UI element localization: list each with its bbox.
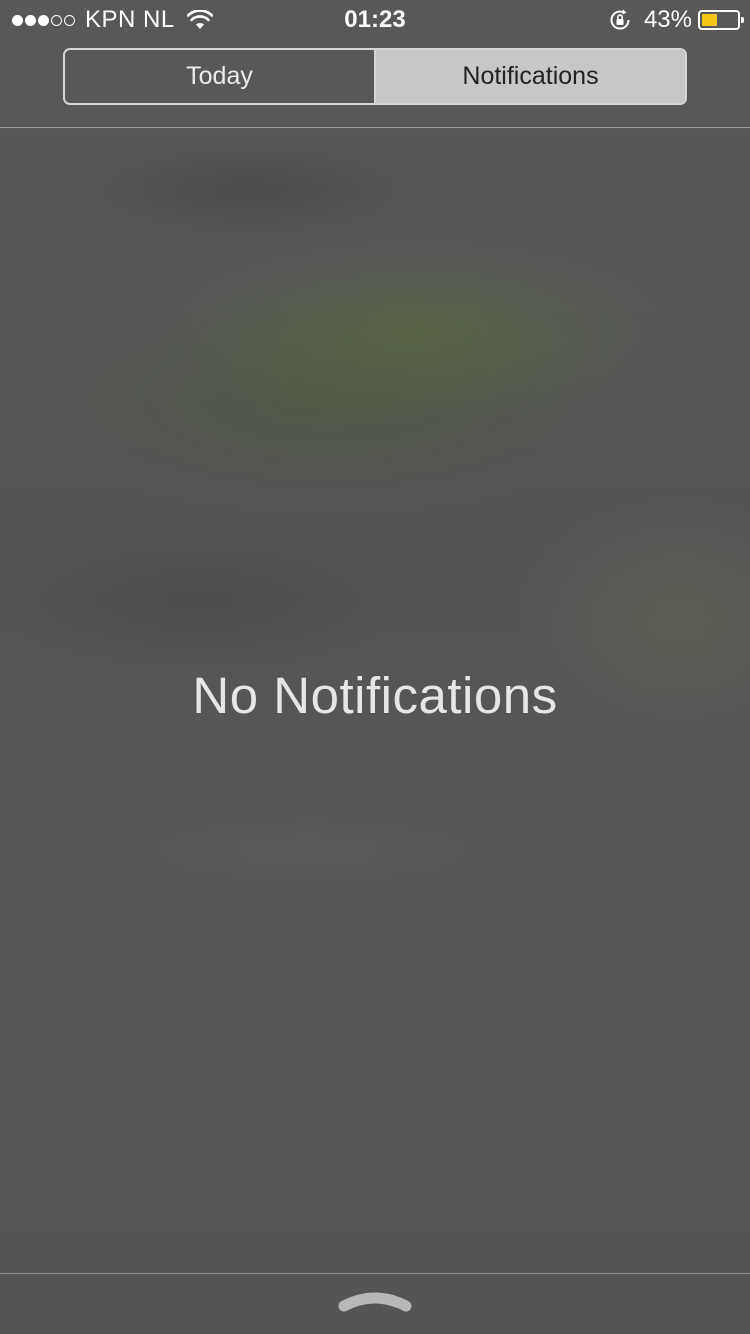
battery-percentage: 43% (643, 6, 692, 33)
battery-level-fill (702, 14, 717, 26)
status-bar: KPN NL 01:23 43% (0, 0, 750, 40)
battery-nub (741, 17, 744, 23)
chevron-up-handle-icon[interactable] (336, 1286, 414, 1316)
tab-notifications[interactable]: Notifications (376, 50, 685, 103)
empty-state-message: No Notifications (192, 667, 558, 724)
segmented-control: Today Notifications (63, 48, 687, 105)
rotation-lock-icon (610, 9, 630, 30)
footer-divider (0, 1273, 750, 1274)
tab-today[interactable]: Today (65, 50, 376, 103)
header-divider (0, 127, 750, 128)
status-right: 43% (608, 6, 744, 34)
battery-icon (698, 10, 744, 30)
